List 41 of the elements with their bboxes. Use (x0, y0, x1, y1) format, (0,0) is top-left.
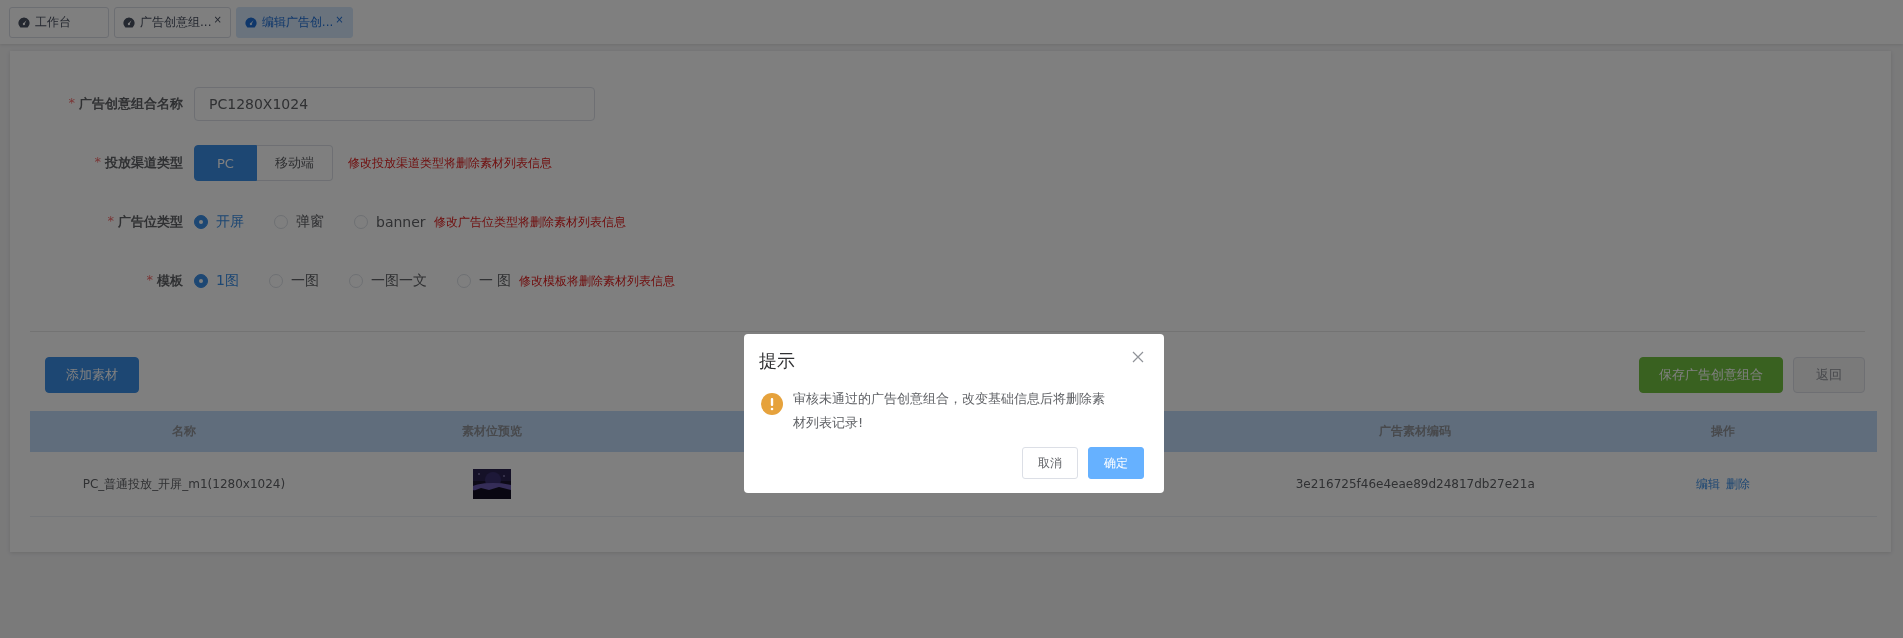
name-input[interactable]: PC1280X1024 (194, 87, 595, 121)
close-icon[interactable]: × (213, 14, 222, 25)
add-button[interactable]: 添加素材 (45, 357, 139, 393)
radio-option[interactable]: 弹窗 (274, 213, 324, 231)
segment-button[interactable]: 移动端 (256, 145, 333, 181)
action-link[interactable]: 编辑 (1696, 476, 1721, 491)
warning-icon (761, 393, 783, 415)
radio-option[interactable]: 1图 (194, 272, 239, 290)
field-label: 投放渠道类型 (105, 154, 183, 172)
confirm-button[interactable]: 确定 (1088, 447, 1144, 479)
close-icon[interactable] (1132, 351, 1144, 363)
field-label: 广告位类型 (118, 213, 183, 231)
required-mark: * (146, 272, 153, 289)
warning-hint: 修改投放渠道类型将删除素材列表信息 (347, 154, 552, 172)
radio-option[interactable]: banner (354, 214, 426, 230)
save-button[interactable]: 保存广告创意组合 (1639, 357, 1783, 393)
field-label: 模板 (157, 272, 183, 290)
radio-option[interactable]: 一图 (268, 272, 319, 290)
action-link[interactable]: 删除 (1726, 476, 1751, 491)
required-mark: * (94, 154, 101, 171)
page-tab[interactable]: 广告创意组... × (114, 7, 231, 38)
table-cell: 3e216725f46e4eae89d24817db27e21a (1295, 477, 1535, 491)
field-label: 广告创意组合名称 (79, 95, 183, 113)
page-tab[interactable]: 工作台 (9, 7, 109, 38)
cancel-button[interactable]: 取消 (1022, 447, 1078, 479)
table-cell: PC_普通投放_开屏_m1(1280x1024) (82, 476, 286, 491)
radio-option[interactable]: 一 图 (456, 272, 512, 290)
warning-hint: 修改模板将删除素材列表信息 (519, 272, 676, 290)
page-tab[interactable]: 编辑广告创... × (235, 7, 353, 38)
warning-hint: 修改广告位类型将删除素材列表信息 (433, 213, 626, 231)
radio-option[interactable]: 一图一文 (348, 272, 427, 290)
required-mark: * (68, 95, 75, 112)
radio-option[interactable]: 开屏 (194, 213, 244, 231)
gauge-icon (244, 17, 257, 28)
close-icon[interactable]: × (335, 14, 344, 25)
dialog-title: 提示 (759, 349, 795, 373)
segment-button[interactable]: PC (194, 145, 257, 181)
dialog-message: 审核未通过的广告创意组合，改变基础信息后将删除素材列表记录! (793, 390, 1106, 432)
required-mark: * (107, 213, 114, 230)
gauge-icon (123, 17, 135, 28)
gauge-icon (18, 17, 30, 28)
